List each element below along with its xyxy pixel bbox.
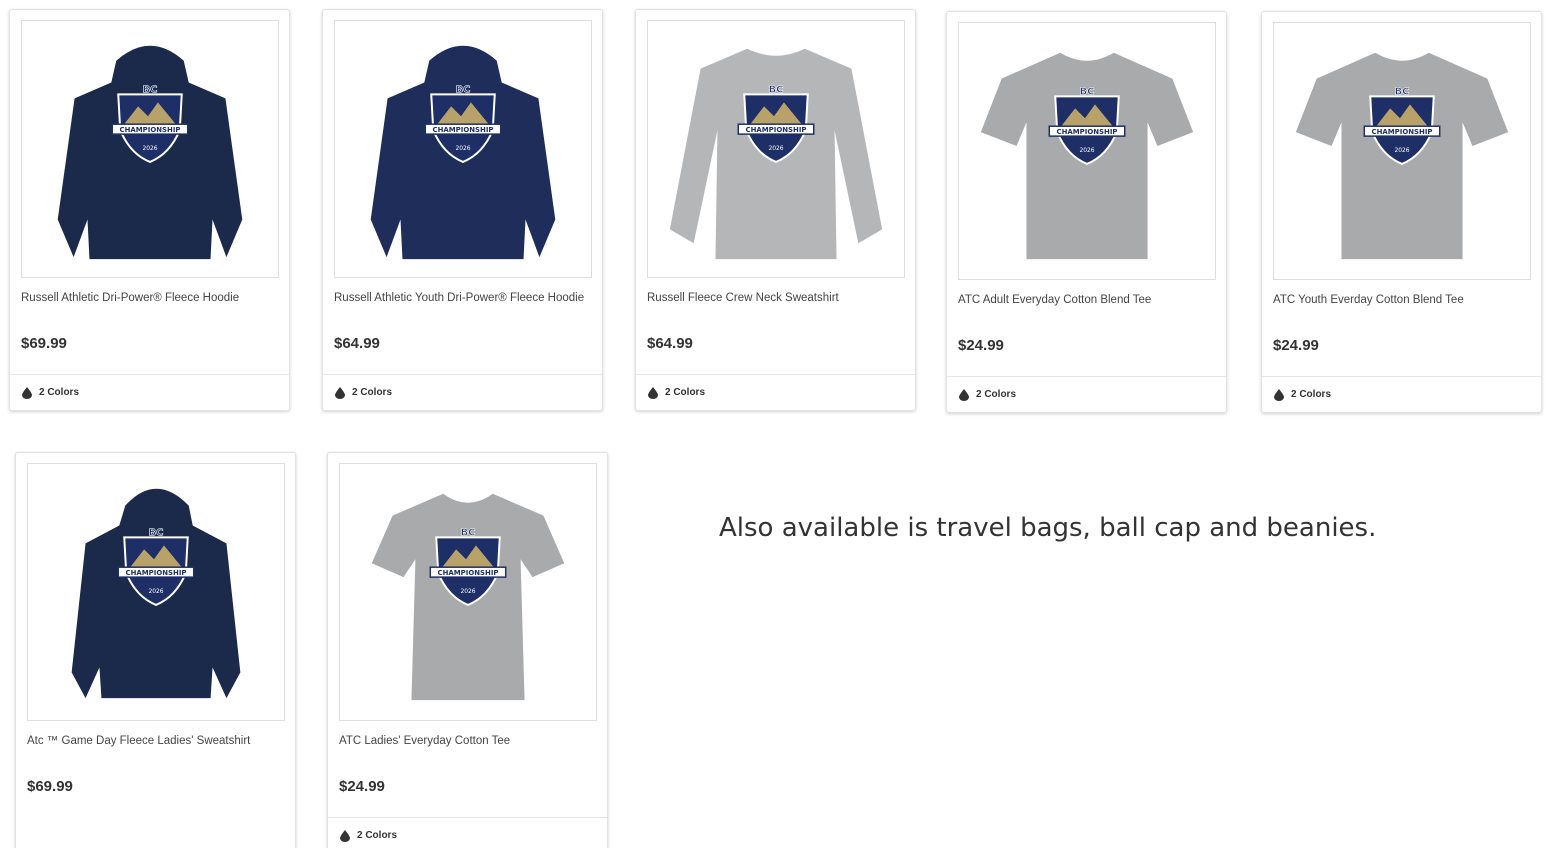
product-image[interactable]: CHAMPIONSHIP BC 2026 [339, 463, 597, 721]
product-price: $69.99 [27, 778, 73, 795]
crest-brand-text: BC [143, 84, 158, 95]
product-title[interactable]: Russell Athletic Dri-Power® Fleece Hoodi… [21, 291, 275, 305]
product-image[interactable]: CHAMPIONSHIP BC 2026 [21, 20, 279, 278]
crest-brand-text: BC [461, 527, 476, 538]
product-card[interactable]: CHAMPIONSHIP BC 2026 Atc ™ Game Day Fleece… [15, 452, 296, 848]
crest-banner-text: CHAMPIONSHIP [125, 569, 186, 577]
crest-banner-text: CHAMPIONSHIP [1056, 128, 1117, 136]
crest-banner-text: CHAMPIONSHIP [432, 126, 493, 134]
garment-illustration: CHAMPIONSHIP BC 2026 [1295, 52, 1509, 260]
product-price: $64.99 [647, 335, 693, 352]
crest-banner-text: CHAMPIONSHIP [437, 569, 498, 577]
garment-illustration: CHAMPIONSHIP BC 2026 [370, 45, 556, 260]
crest-year-text: 2026 [1079, 147, 1094, 154]
product-image[interactable]: CHAMPIONSHIP BC 2026 [647, 20, 905, 278]
colors-bar[interactable]: 2 Colors [1262, 376, 1541, 412]
product-image[interactable]: CHAMPIONSHIP BC 2026 [27, 463, 285, 721]
colors-count: 2 Colors [352, 387, 393, 398]
garment-illustration: CHAMPIONSHIP BC 2026 [71, 488, 241, 699]
colors-count: 2 Colors [357, 830, 398, 841]
garment-illustration: CHAMPIONSHIP BC 2026 [371, 493, 565, 701]
product-title[interactable]: ATC Ladies' Everyday Cotton Tee [339, 734, 593, 748]
colors-bar[interactable]: 2 Colors [323, 374, 602, 410]
availability-note: Also available is travel bags, ball cap … [719, 513, 1377, 543]
product-price: $64.99 [334, 335, 380, 352]
product-card[interactable]: CHAMPIONSHIP BC 2026 ATC Youth Everday Cot… [1261, 11, 1542, 413]
product-price: $24.99 [1273, 337, 1319, 354]
crest-year-text: 2026 [455, 145, 470, 152]
crest-banner-text: CHAMPIONSHIP [745, 126, 806, 134]
crest-year-text: 2026 [148, 588, 163, 595]
colors-count: 2 Colors [976, 389, 1017, 400]
droplet-icon [1274, 388, 1284, 401]
crest-brand-text: BC [1395, 86, 1410, 97]
colors-bar[interactable]: 2 Colors [947, 376, 1226, 412]
product-card[interactable]: CHAMPIONSHIP BC 2026 ATC Adult Everyday Co… [946, 11, 1227, 413]
colors-bar[interactable]: 2 Colors [10, 374, 289, 410]
garment-illustration: CHAMPIONSHIP BC 2026 [57, 45, 243, 260]
garment-illustration: CHAMPIONSHIP BC 2026 [669, 48, 883, 260]
product-card[interactable]: CHAMPIONSHIP BC 2026 Russell Fleece Crew N… [635, 9, 916, 411]
product-image[interactable]: CHAMPIONSHIP BC 2026 [334, 20, 592, 278]
product-price: $24.99 [339, 778, 385, 795]
product-title[interactable]: Russell Fleece Crew Neck Sweatshirt [647, 291, 901, 305]
product-title[interactable]: Russell Athletic Youth Dri-Power® Fleece… [334, 291, 588, 305]
product-title[interactable]: ATC Youth Everday Cotton Blend Tee [1273, 293, 1527, 307]
product-price: $69.99 [21, 335, 67, 352]
colors-count: 2 Colors [1291, 389, 1332, 400]
product-price: $24.99 [958, 337, 1004, 354]
droplet-icon [340, 829, 350, 842]
crest-brand-text: BC [456, 84, 471, 95]
product-image[interactable]: CHAMPIONSHIP BC 2026 [958, 22, 1216, 280]
droplet-icon [959, 388, 969, 401]
crest-year-text: 2026 [460, 588, 475, 595]
droplet-icon [22, 386, 32, 399]
product-grid-page: CHAMPIONSHIP BC 2026 Russell Athletic Dri-… [0, 0, 1546, 848]
colors-bar[interactable]: 2 Colors [636, 374, 915, 410]
crest-year-text: 2026 [1394, 147, 1409, 154]
colors-bar[interactable]: 2 Colors [328, 817, 607, 848]
crest-brand-text: BC [769, 84, 784, 95]
colors-count: 2 Colors [665, 387, 706, 398]
droplet-icon [648, 386, 658, 399]
product-title[interactable]: ATC Adult Everyday Cotton Blend Tee [958, 293, 1212, 307]
droplet-icon [335, 386, 345, 399]
crest-brand-text: BC [1080, 86, 1095, 97]
crest-banner-text: CHAMPIONSHIP [1371, 128, 1432, 136]
product-card[interactable]: CHAMPIONSHIP BC 2026 Russell Athletic Dri-… [9, 9, 290, 411]
crest-year-text: 2026 [768, 145, 783, 152]
product-image[interactable]: CHAMPIONSHIP BC 2026 [1273, 22, 1531, 280]
crest-year-text: 2026 [142, 145, 157, 152]
colors-count: 2 Colors [39, 387, 80, 398]
crest-brand-text: BC [149, 527, 164, 538]
product-card[interactable]: CHAMPIONSHIP BC 2026 Russell Athletic Yout… [322, 9, 603, 411]
product-card[interactable]: CHAMPIONSHIP BC 2026 ATC Ladies' Everyday … [327, 452, 608, 848]
garment-illustration: CHAMPIONSHIP BC 2026 [980, 52, 1194, 260]
product-title[interactable]: Atc ™ Game Day Fleece Ladies' Sweatshirt [27, 734, 281, 748]
crest-banner-text: CHAMPIONSHIP [119, 126, 180, 134]
